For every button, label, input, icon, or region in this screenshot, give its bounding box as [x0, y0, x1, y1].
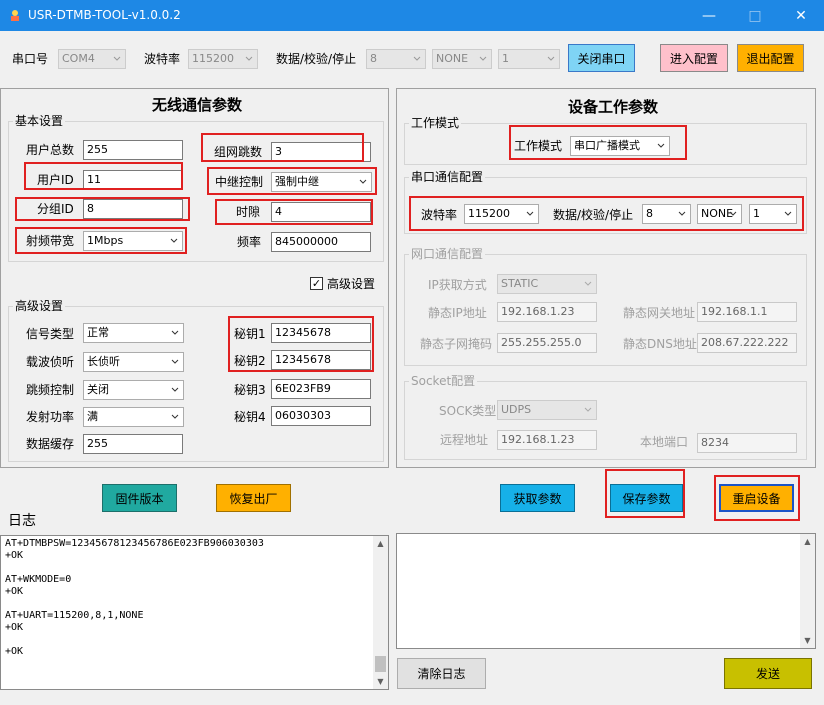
advanced-settings-title: 高级设置 [13, 298, 66, 314]
tx-power-select[interactable]: 满 [83, 407, 184, 427]
log-text: AT+DTMBPSW=12345678123456786E023FB906030… [5, 538, 264, 657]
scroll-thumb[interactable] [375, 656, 386, 672]
highlight-relay [207, 167, 377, 195]
minimize-button[interactable]: — [686, 0, 732, 31]
factory-reset-button[interactable]: 恢复出厂 [216, 484, 291, 512]
gateway-label: 静态网关地址 [623, 306, 696, 320]
key4-field[interactable]: 06030303 [271, 406, 371, 426]
carrier-select[interactable]: 长侦听 [83, 352, 184, 372]
total-users-field[interactable]: 255 [83, 140, 183, 160]
send-input[interactable]: ▲ ▼ [396, 533, 816, 649]
remote-addr-label: 远程地址 [440, 433, 489, 447]
serial-config-title: 串口通信配置 [409, 169, 486, 185]
net-config-title: 网口通信配置 [409, 246, 486, 262]
freq-label: 频率 [237, 235, 262, 249]
sock-type-label: SOCK类型 [439, 404, 497, 418]
sock-type-select[interactable]: UDPS [497, 400, 597, 420]
exit-config-button[interactable]: 退出配置 [737, 44, 804, 72]
title-bar: USR-DTMB-TOOL-v1.0.0.2 — □ ✕ [0, 0, 824, 31]
tx-power-label: 发射功率 [26, 410, 75, 424]
highlight-bandwidth [15, 227, 187, 254]
clear-log-button[interactable]: 清除日志 [397, 658, 486, 689]
scroll-up-icon[interactable]: ▲ [800, 534, 815, 549]
enter-config-button[interactable]: 进入配置 [660, 44, 728, 72]
work-mode-group-title: 工作模式 [409, 115, 462, 131]
hop-ctrl-label: 跳频控制 [26, 383, 75, 397]
chevron-down-icon [479, 56, 487, 61]
wireless-panel-title: 无线通信参数 [152, 96, 243, 114]
log-output[interactable]: AT+DTMBPSW=12345678123456786E023FB906030… [0, 535, 389, 690]
total-users-label: 用户总数 [26, 143, 75, 157]
chevron-down-icon [113, 56, 121, 61]
ip-mode-label: IP获取方式 [428, 278, 487, 292]
stop-bits-select[interactable]: 1 [498, 49, 560, 69]
basic-settings-title: 基本设置 [13, 113, 66, 129]
mask-field[interactable]: 255.255.255.0 [497, 333, 597, 353]
local-port-label: 本地端口 [640, 435, 689, 449]
highlight-keys [228, 316, 374, 372]
remote-addr-field[interactable]: 192.168.1.23 [497, 430, 597, 450]
chevron-down-icon [413, 56, 421, 61]
maximize-button[interactable]: □ [732, 0, 778, 31]
highlight-work-mode [509, 125, 687, 160]
data-parity-stop-label: 数据/校验/停止 [276, 52, 357, 66]
log-scrollbar[interactable]: ▲ ▼ [373, 536, 388, 689]
advanced-settings-check-label: 高级设置 [327, 277, 376, 291]
hop-ctrl-select[interactable]: 关闭 [83, 380, 184, 400]
mask-label: 静态子网掩码 [420, 337, 493, 351]
get-params-button[interactable]: 获取参数 [500, 484, 575, 512]
socket-config-title: Socket配置 [409, 373, 478, 389]
baud-label: 波特率 [144, 52, 181, 66]
scroll-down-icon[interactable]: ▼ [800, 633, 815, 648]
window-title: USR-DTMB-TOOL-v1.0.0.2 [28, 8, 181, 22]
key3-label: 秘钥3 [234, 383, 266, 397]
buffer-field[interactable]: 255 [83, 434, 183, 454]
highlight-slot [215, 199, 373, 225]
log-label: 日志 [8, 513, 36, 529]
chevron-down-icon [584, 407, 592, 412]
scroll-up-icon[interactable]: ▲ [373, 536, 388, 551]
port-select[interactable]: COM4 [58, 49, 126, 69]
highlight-user-id [24, 162, 183, 190]
chevron-down-icon [171, 359, 179, 364]
firmware-version-button[interactable]: 固件版本 [102, 484, 177, 512]
send-scrollbar[interactable]: ▲ ▼ [800, 534, 815, 648]
local-port-field[interactable]: 8234 [697, 433, 797, 453]
signal-type-label: 信号类型 [26, 327, 75, 341]
app-icon [11, 10, 19, 21]
chevron-down-icon [245, 56, 253, 61]
highlight-restart [714, 475, 800, 521]
device-panel-title: 设备工作参数 [568, 98, 659, 116]
key3-field[interactable]: 6E023FB9 [271, 379, 371, 399]
ip-mode-select[interactable]: STATIC [497, 274, 597, 294]
buffer-label: 数据缓存 [26, 437, 75, 451]
dns-field[interactable]: 208.67.222.222 [697, 333, 797, 353]
static-ip-field[interactable]: 192.168.1.23 [497, 302, 597, 322]
static-ip-label: 静态IP地址 [428, 306, 487, 320]
highlight-net-hop [201, 133, 364, 162]
advanced-settings-checkbox[interactable]: ✓ [310, 277, 323, 290]
data-bits-select[interactable]: 8 [366, 49, 426, 69]
highlight-group-id [15, 197, 190, 221]
dns-label: 静态DNS地址 [623, 337, 697, 351]
close-window-button[interactable]: ✕ [778, 0, 824, 31]
close-port-button[interactable]: 关闭串口 [568, 44, 635, 72]
key4-label: 秘钥4 [234, 410, 266, 424]
freq-field[interactable]: 845000000 [271, 232, 371, 252]
baud-select[interactable]: 115200 [188, 49, 258, 69]
scroll-down-icon[interactable]: ▼ [373, 674, 388, 689]
carrier-label: 载波侦听 [26, 355, 75, 369]
send-button[interactable]: 发送 [724, 658, 812, 689]
chevron-down-icon [171, 414, 179, 419]
signal-type-select[interactable]: 正常 [83, 323, 184, 343]
chevron-down-icon [547, 56, 555, 61]
gateway-field[interactable]: 192.168.1.1 [697, 302, 797, 322]
port-label: 串口号 [12, 52, 49, 66]
highlight-serial-config [409, 196, 804, 231]
chevron-down-icon [584, 281, 592, 286]
chevron-down-icon [171, 330, 179, 335]
parity-select[interactable]: NONE [432, 49, 492, 69]
highlight-save-params [605, 469, 685, 518]
chevron-down-icon [171, 387, 179, 392]
